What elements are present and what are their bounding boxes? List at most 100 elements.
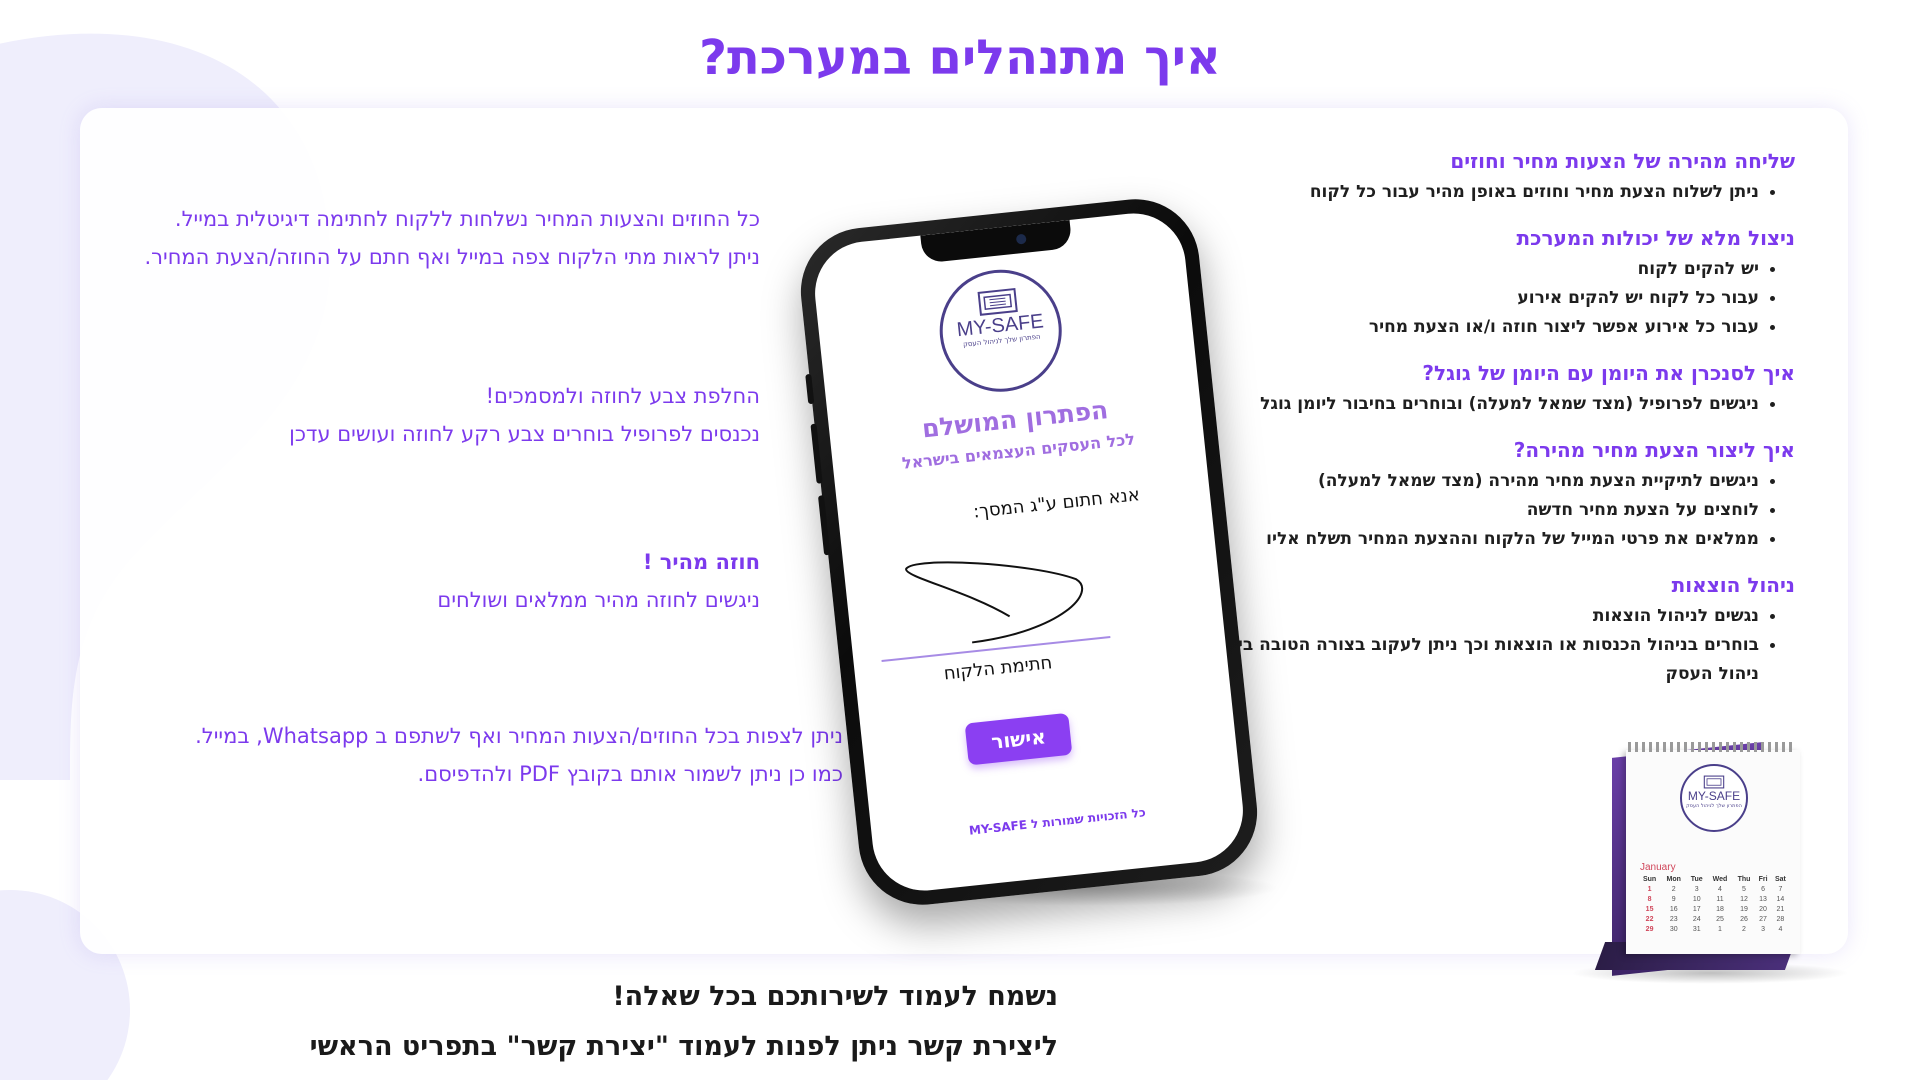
section-title: איך לסנכרן את היומן עם היומן של גוגל? [1422,361,1795,385]
weekday: Mon [1666,875,1681,883]
section-quick-quote: איך ליצור הצעת מחיר מהירה? ניגשים לתיקיי… [1175,435,1795,554]
week-row: 15 16 17 18 19 20 21 [1638,904,1790,914]
bullet-list: נגשים לניהול הוצאות בוחרים בניהול הכנסות… [1175,602,1795,689]
note-line: החלפת צבע לחוזה ולמסמכים! [485,384,760,408]
day: 19 [1740,905,1748,913]
list-item: עבור כל אירוע אפשר ליצור חוזה ו/או הצעת … [1175,313,1759,342]
day: 12 [1740,895,1748,903]
week-row: 8 9 10 11 12 13 14 [1638,894,1790,904]
day: 4 [1778,925,1783,933]
instructions-list: שליחה מהירה של הצעות מחיר וחוזים ניתן לש… [1175,146,1795,705]
list-item: ממלאים את פרטי המייל של הלקוח וההצעת המח… [1175,525,1759,554]
weekday: Sat [1774,875,1786,883]
list-item: עבור כל לקוח יש להקים אירוע [1175,284,1759,313]
signature-prompt: אנא חתום ע"ג המסך: [972,484,1141,523]
desk-calendar: MY-SAFE הפתרון שלך לניהול העסק January S… [1560,742,1860,984]
bullet-list: ניגשים לתיקיית הצעת מחיר מהירה (מצד שמאל… [1175,467,1795,554]
day: 27 [1759,915,1767,923]
calendar-page: MY-SAFE הפתרון שלך לניהול העסק January S… [1626,750,1800,954]
contact-line: נשמח לעמוד לשירותכם בכל שאלה! [612,981,1058,1012]
day: 21 [1776,905,1785,913]
page-title: איך מתנהלים במערכת? [699,30,1221,86]
day: 11 [1716,895,1724,903]
day: 1 [1718,925,1722,933]
contact-message: נשמח לעמוד לשירותכם בכל שאלה! ליצירת קשר… [310,972,1058,1072]
confirm-button[interactable]: אישור [964,712,1073,766]
note-quick-contract: חוזה מהיר ! ניגשים לחוזה מהיר ממלאים ושו… [437,543,760,619]
copyright-footer: כל הזכויות שמורות ל MY-SAFE [968,805,1147,838]
contact-line: ליצירת קשר ניתן לפנות לעמוד "יצירת קשר" … [309,1031,1058,1062]
day: 22 [1645,915,1654,923]
section-title: שליחה מהירה של הצעות מחיר וחוזים [1450,149,1795,173]
list-item: בוחרים בניהול הכנסות או הוצאות וכך ניתן … [1175,631,1759,689]
day: 6 [1761,885,1765,893]
note-share-export: ניתן לצפות בכל החוזים/הצעות המחיר ואף לש… [195,717,843,793]
day: 3 [1694,885,1699,893]
list-item: ניתן לשלוח הצעת מחיר וחוזים באופן מהיר ע… [1175,178,1759,207]
bullet-list: ניתן לשלוח הצעת מחיר וחוזים באופן מהיר ע… [1175,178,1795,207]
list-item: ניגשים לפרופיל (מצד שמאל למעלה) ובוחרים … [1175,390,1759,419]
list-item: יש להקים לקוח [1175,255,1759,284]
calendar-grid: Sun Mon Tue Wed Thu Fri Sat 1 2 3 4 5 6 … [1638,874,1790,934]
day: 15 [1645,905,1654,913]
day: 13 [1759,895,1767,903]
section-title: איך ליצור הצעת מחיר מהירה? [1513,438,1795,462]
section-expenses: ניהול הוצאות נגשים לניהול הוצאות בוחרים … [1175,570,1795,689]
day: 9 [1671,895,1676,903]
day: 23 [1669,915,1678,923]
day: 26 [1740,915,1748,923]
weekday: Wed [1712,875,1728,883]
list-item: ניגשים לתיקיית הצעת מחיר מהירה (מצד שמאל… [1175,467,1759,496]
note-contract-color: החלפת צבע לחוזה ולמסמכים! נכנסים לפרופיל… [289,377,760,453]
day: 30 [1669,925,1678,933]
note-line: נכנסים לפרופיל בוחרים צבע רקע לחוזה ועוש… [289,422,760,446]
day: 31 [1692,925,1701,933]
day: 5 [1742,885,1746,893]
note-digital-signature: כל החוזים והצעות המחיר נשלחות ללקוח לחתי… [144,200,760,276]
note-line: ניתן לראות מתי הלקוח צפה במייל ואף חתם ע… [144,245,760,269]
note-line: ניגשים לחוזה מהיר ממלאים ושולחים [437,588,760,612]
section-title: ניצול מלא של יכולות המערכת [1516,226,1796,250]
day: 2 [1671,885,1676,893]
calendar-month: January [1640,862,1676,873]
logo-tagline: הפתרון שלך לניהול העסק [1686,803,1742,809]
bullet-list: יש להקים לקוח עבור כל לקוח יש להקים אירו… [1175,255,1795,342]
day: 8 [1647,895,1652,903]
note-line: כל החוזים והצעות המחיר נשלחות ללקוח לחתי… [174,207,760,231]
section-full-usage: ניצול מלא של יכולות המערכת יש להקים לקוח… [1175,223,1795,342]
day: 16 [1669,905,1678,913]
section-quick-send: שליחה מהירה של הצעות מחיר וחוזים ניתן לש… [1175,146,1795,207]
logo-text: MY-SAFE [1687,789,1741,803]
day: 1 [1647,885,1652,893]
my-safe-logo: MY-SAFE הפתרון שלך לניהול העסק [933,263,1068,398]
day: 3 [1761,925,1765,933]
day: 28 [1776,915,1785,923]
note-line: כמו כן ניתן לשמור אותם בקובץ PDF ולהדפיס… [417,762,843,786]
note-heading: חוזה מהיר ! [642,550,760,574]
day: 24 [1692,915,1701,923]
week-row: 1 2 3 4 5 6 7 [1638,884,1790,894]
list-item: לוחצים על הצעת מחיר חדשה [1175,496,1759,525]
day: 14 [1776,895,1785,903]
camera-icon [1015,233,1027,245]
phone-mockup: MY-SAFE הפתרון שלך לניהול העסק הפתרון המ… [794,192,1264,912]
list-item: נגשים לניהול הוצאות [1175,602,1759,631]
week-row: 22 23 24 25 26 27 28 [1638,914,1790,924]
day: 29 [1645,925,1654,933]
week-row: 29 30 31 1 2 3 4 [1638,924,1790,934]
section-google-sync: איך לסנכרן את היומן עם היומן של גוגל? ני… [1175,358,1795,419]
note-line: ניתן לצפות בכל החוזים/הצעות המחיר ואף לש… [195,724,843,748]
bullet-list: ניגשים לפרופיל (מצד שמאל למעלה) ובוחרים … [1175,390,1795,419]
day: 4 [1718,885,1722,893]
day: 20 [1759,905,1767,913]
safe-logo-icon [1703,775,1725,789]
calendar-rings [1628,742,1796,752]
section-title: ניהול הוצאות [1671,573,1795,597]
day: 18 [1716,905,1724,913]
day: 2 [1742,925,1746,933]
weekday: Tue [1690,875,1703,883]
weekday: Thu [1737,875,1751,883]
weekday: Fri [1758,875,1768,883]
phone-screen: MY-SAFE הפתרון שלך לניהול העסק הפתרון המ… [809,208,1249,896]
day: 17 [1692,905,1701,913]
